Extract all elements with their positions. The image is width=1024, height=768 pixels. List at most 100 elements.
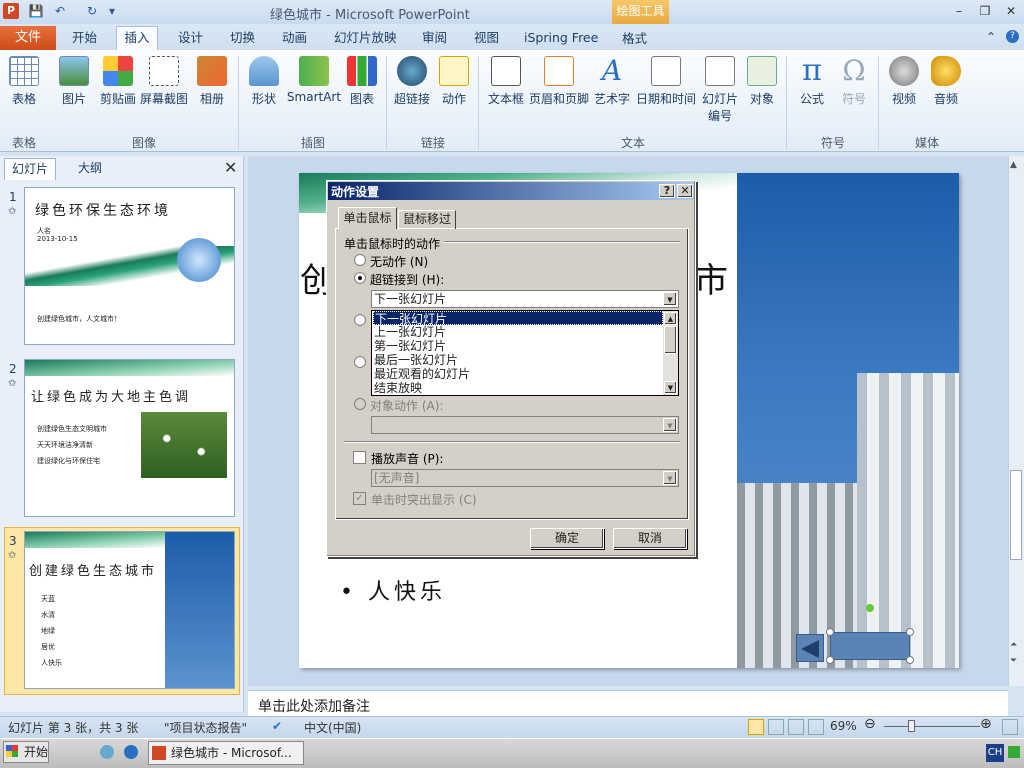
tab-outline[interactable]: 大纲: [62, 158, 118, 180]
save-icon[interactable]: 💾: [28, 3, 44, 19]
vertical-scrollbar[interactable]: [1008, 156, 1024, 686]
equation-button[interactable]: π 公式: [790, 54, 834, 107]
resize-handle[interactable]: [826, 628, 834, 636]
tab-transitions[interactable]: 切换: [222, 28, 263, 50]
tab-home[interactable]: 开始: [64, 28, 105, 50]
table-button[interactable]: 表格: [2, 54, 46, 107]
list-scroll-thumb[interactable]: [664, 326, 677, 354]
fit-to-window-icon[interactable]: [1002, 719, 1018, 735]
tab-animations[interactable]: 动画: [274, 28, 315, 50]
slide-bullet-text[interactable]: • 人快乐: [340, 574, 446, 606]
tab-file[interactable]: 文件: [0, 26, 56, 50]
tab-mouse-click[interactable]: 单击鼠标: [338, 207, 397, 229]
zoom-level[interactable]: 69%: [830, 719, 857, 733]
object-button[interactable]: 对象: [740, 54, 784, 107]
scroll-up-icon[interactable]: ▲: [1010, 160, 1017, 170]
ime-indicator[interactable]: CH: [986, 744, 1004, 762]
resize-handle[interactable]: [906, 656, 914, 664]
pane-close-icon[interactable]: ✕: [224, 158, 237, 177]
tray-icon[interactable]: [1008, 746, 1020, 758]
selected-shape[interactable]: [830, 632, 910, 660]
customize-qat-icon[interactable]: ▾: [104, 3, 120, 19]
restore-icon[interactable]: ❐: [976, 2, 994, 20]
slide-thumbnail-2[interactable]: 让绿色成为大地主色调 创建绿色生态文明城市 天天环境洁净清新 建设绿化与环保住宅: [24, 359, 235, 517]
list-item[interactable]: 上一张幻灯片: [373, 325, 663, 339]
slide-sorter-icon[interactable]: [768, 719, 784, 735]
language-indicator[interactable]: 中文(中国): [304, 719, 361, 736]
zoom-slider-track[interactable]: [884, 726, 980, 727]
action-button[interactable]: 动作: [432, 54, 476, 107]
play-sound-checkbox[interactable]: [353, 451, 366, 464]
tab-slides[interactable]: 幻灯片: [4, 158, 56, 180]
reading-view-icon[interactable]: [788, 719, 804, 735]
tab-review[interactable]: 审阅: [414, 28, 455, 50]
ie-icon[interactable]: [124, 745, 138, 759]
prev-slide-icon[interactable]: ⏶: [1010, 640, 1017, 650]
chart-button[interactable]: 图表: [340, 54, 384, 107]
ok-button[interactable]: 确定: [530, 528, 604, 549]
spellcheck-icon[interactable]: ✔: [272, 719, 282, 733]
powerpoint-app-icon[interactable]: P: [3, 3, 19, 19]
textbox-button[interactable]: 文本框: [482, 54, 530, 107]
radio-no-action[interactable]: [354, 254, 366, 269]
taskbar-item-powerpoint[interactable]: 绿色城市 - Microsof...: [148, 741, 304, 765]
tab-format[interactable]: 格式: [622, 28, 647, 47]
slide-number-button[interactable]: 幻灯片 编号: [696, 54, 744, 124]
quicklaunch-icon[interactable]: [100, 745, 114, 759]
tab-ispring[interactable]: iSpring Free: [516, 28, 606, 50]
slide-thumbnail-3[interactable]: 创建绿色生态城市 天蓝 水清 地绿 居优 人快乐: [24, 531, 235, 689]
tab-insert[interactable]: 插入: [116, 26, 158, 51]
dialog-close-icon[interactable]: ✕: [677, 184, 693, 198]
ribbon-collapse-icon[interactable]: ⌃: [986, 30, 996, 44]
hyperlink-button[interactable]: 超链接: [390, 54, 434, 107]
hyperlink-dropdown[interactable]: 下一张幻灯片 ▼: [371, 290, 679, 308]
object-action-dropdown[interactable]: ▼: [371, 416, 679, 434]
scrollbar-thumb[interactable]: [1010, 470, 1022, 560]
tab-mouse-over[interactable]: 鼠标移过: [398, 210, 456, 229]
theme-name[interactable]: "项目状态报告": [164, 719, 247, 736]
album-button[interactable]: 相册: [190, 54, 234, 107]
slide-title-fragment-right[interactable]: 市: [694, 253, 728, 302]
help-icon[interactable]: ?: [1006, 30, 1019, 43]
dialog-help-icon[interactable]: ?: [659, 184, 675, 198]
zoom-in-icon[interactable]: ⊕: [980, 716, 992, 732]
audio-button[interactable]: 音频: [924, 54, 968, 107]
wordart-button[interactable]: A 艺术字: [590, 54, 634, 107]
list-item[interactable]: 第一张幻灯片: [373, 339, 663, 353]
back-action-button[interactable]: [796, 634, 824, 662]
date-time-button[interactable]: 日期和时间: [634, 54, 698, 107]
dialog-titlebar[interactable]: [328, 182, 694, 200]
close-icon[interactable]: ✕: [1002, 2, 1020, 20]
rotate-handle[interactable]: [866, 604, 874, 612]
smartart-button[interactable]: SmartArt: [286, 54, 342, 104]
clipart-button[interactable]: 剪贴画: [96, 54, 140, 107]
next-slide-icon[interactable]: ⏷: [1010, 656, 1017, 666]
header-footer-button[interactable]: 页眉和页脚: [528, 54, 590, 107]
redo-icon[interactable]: ↻: [84, 3, 100, 19]
zoom-out-icon[interactable]: ⊖: [864, 716, 876, 732]
tab-view[interactable]: 视图: [466, 28, 507, 50]
video-button[interactable]: 视频: [882, 54, 926, 107]
list-item[interactable]: 结束放映: [373, 381, 663, 395]
list-scroll-down-icon[interactable]: ▼: [664, 381, 677, 394]
undo-icon[interactable]: ↶: [52, 3, 68, 19]
normal-view-icon[interactable]: [748, 719, 764, 735]
highlight-click-checkbox[interactable]: ✓: [353, 492, 366, 505]
radio-object-action[interactable]: [354, 398, 366, 413]
symbol-button[interactable]: Ω 符号: [832, 54, 876, 107]
list-scroll-up-icon[interactable]: ▲: [664, 312, 677, 325]
list-item[interactable]: 最近观看的幻灯片: [373, 367, 663, 381]
cancel-button[interactable]: 取消: [613, 528, 687, 549]
resize-handle[interactable]: [826, 656, 834, 664]
slideshow-view-icon[interactable]: [808, 719, 824, 735]
radio-run-macro[interactable]: [354, 356, 366, 371]
list-item[interactable]: 最后一张幻灯片: [373, 353, 663, 367]
picture-button[interactable]: 图片: [52, 54, 96, 107]
radio-hyperlink[interactable]: [354, 272, 366, 287]
resize-handle[interactable]: [906, 628, 914, 636]
shapes-button[interactable]: 形状: [242, 54, 286, 107]
radio-run-program[interactable]: [354, 314, 366, 329]
building-photo[interactable]: [737, 173, 959, 668]
tab-slideshow[interactable]: 幻灯片放映: [326, 28, 405, 50]
slide-thumbnail-1[interactable]: 绿色环保生态环境 人名 2013-10-15 创建绿色城市，人文城市！: [24, 187, 235, 345]
